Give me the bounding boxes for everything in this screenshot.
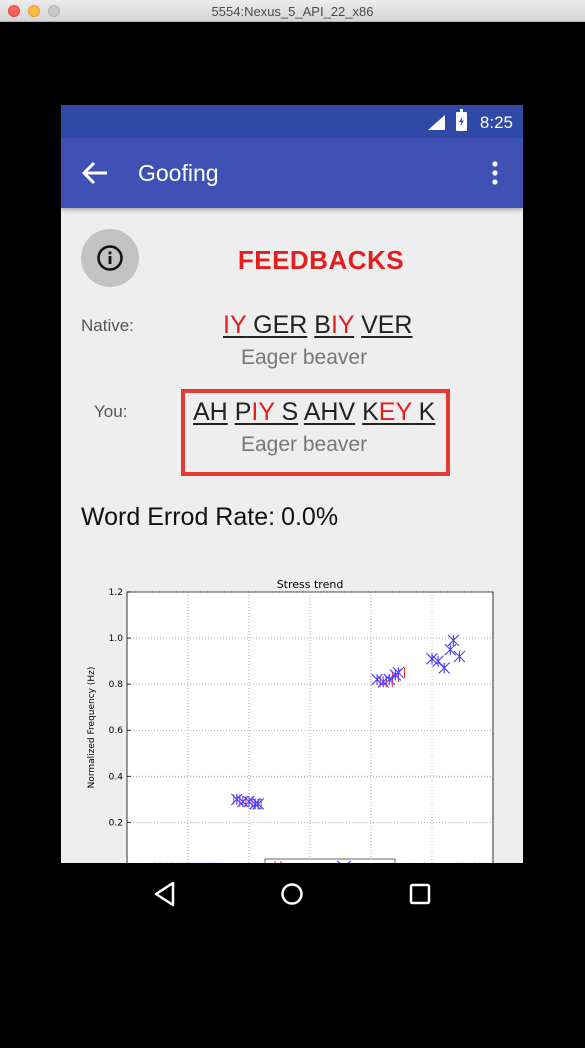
phoneme-error: IY (251, 398, 275, 426)
wer-value: 0.0% (281, 503, 339, 531)
phoneme-error: IY (330, 311, 355, 339)
status-time: 8:25 (479, 113, 513, 132)
phoneme-word: KEY K (362, 398, 435, 426)
y-tick-label: 0.8 (109, 680, 124, 690)
phoneme-word: IY (223, 311, 253, 339)
nav-recents-button[interactable] (403, 877, 437, 911)
signal-icon (428, 115, 445, 130)
y-axis-label: Normalized Frequency (Hz) (87, 667, 97, 789)
app-screen: 8:25 Goofing FEEDBACKS Native: IY GER BI… (61, 105, 523, 863)
status-bar: 8:25 (61, 105, 523, 138)
info-button[interactable] (81, 229, 139, 287)
word-error-rate: Word Errod Rate: 0.0% (81, 503, 338, 532)
phoneme-word: AH (193, 398, 228, 426)
square-recents-icon (409, 883, 431, 905)
you-label: You: (94, 402, 128, 421)
phoneme: AH (193, 398, 228, 426)
overflow-menu-button[interactable] (485, 160, 505, 186)
circle-home-icon (281, 883, 303, 905)
more-vert-icon (492, 161, 498, 185)
battery-charging-icon (456, 109, 467, 131)
phoneme-word: AHV (304, 398, 355, 426)
phoneme-word: GER (253, 311, 307, 339)
native-phonemes: IY GER BIY VER (223, 311, 412, 340)
y-tick-label: 0.6 (109, 726, 124, 736)
phoneme: S (274, 398, 299, 426)
phoneme: P (234, 398, 252, 426)
triangle-back-icon (154, 881, 175, 907)
phoneme-word: PIY S (235, 398, 298, 426)
user-phonemes: AH PIY S AHV KEY K (193, 398, 435, 427)
phoneme: GER (253, 311, 308, 339)
nav-home-button[interactable] (275, 877, 309, 911)
native-label: Native: (81, 316, 134, 335)
info-icon (97, 245, 123, 271)
phoneme-error: IY (223, 311, 247, 339)
window-title: 5554:Nexus_5_API_22_x86 (211, 4, 374, 19)
phoneme: K (411, 398, 436, 426)
phoneme-error: EY (378, 398, 412, 426)
user-sentence: Eager beaver (241, 433, 368, 456)
phoneme: AHV (303, 398, 356, 426)
phoneme: B (314, 311, 331, 339)
app-toolbar: Goofing (61, 138, 523, 208)
arrow-left-icon (81, 161, 107, 185)
phoneme-word: BIY (314, 311, 354, 339)
window-title-bar: 5554:Nexus_5_API_22_x86 (0, 0, 585, 22)
y-tick-label: 1.2 (109, 588, 123, 598)
feedback-heading: FEEDBACKS (237, 245, 405, 275)
stress-trend-chart: 0.00.20.40.60.81.01.2Stress trendNormali… (81, 573, 511, 863)
native-sentence: Eager beaver (241, 346, 368, 369)
android-nav-bar (61, 863, 523, 925)
y-tick-label: 0.4 (109, 772, 124, 782)
phoneme: K (362, 398, 379, 426)
phoneme: VER (361, 311, 413, 339)
y-tick-label: 1.0 (109, 634, 124, 644)
toolbar-title: Goofing (138, 160, 219, 186)
wer-label: Word Errod Rate: (81, 503, 276, 531)
back-button[interactable] (79, 158, 111, 188)
y-tick-label: 0.2 (109, 818, 123, 828)
phoneme-word: VER (361, 311, 412, 339)
nav-back-button[interactable] (148, 877, 182, 911)
chart-title: Stress trend (277, 578, 344, 591)
